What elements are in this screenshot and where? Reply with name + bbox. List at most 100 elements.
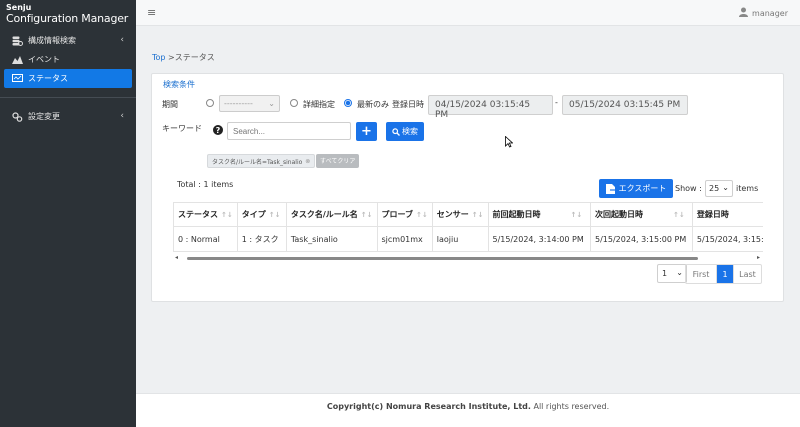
hamburger-menu-icon[interactable]: ≡: [147, 6, 156, 19]
cell-task-name: Task_sinalio: [286, 226, 378, 252]
sidebar-item-label: 構成情報検索: [28, 36, 76, 45]
sort-icon: ↑↓: [360, 211, 373, 219]
detail-radio[interactable]: [290, 99, 298, 107]
cell-probe: sjcm01mx: [377, 226, 433, 252]
footer: Copyright(c) Nomura Research Institute, …: [136, 393, 800, 427]
export-button-label: エクスポート: [618, 184, 667, 193]
scrollbar-thumb[interactable]: [187, 257, 698, 260]
page-number-select[interactable]: 1 ⌄: [657, 264, 687, 283]
breadcrumb-separator: >: [168, 53, 175, 62]
scroll-left-icon[interactable]: ◂: [175, 254, 178, 261]
sidebar-item-label: 設定変更: [28, 112, 60, 121]
horizontal-scrollbar[interactable]: ◂ ▸: [173, 254, 763, 262]
user-name: manager: [752, 8, 788, 18]
cell-status: 0 : Normal: [173, 226, 238, 252]
period-select[interactable]: ---------- ⌄: [219, 95, 280, 112]
column-header-sensor[interactable]: センサー ↑↓: [432, 202, 489, 227]
search-button-label: 検索: [402, 127, 418, 136]
column-label: 次回起動日時: [595, 210, 644, 219]
column-label: プローブ: [381, 210, 414, 219]
column-header-next-run[interactable]: 次回起動日時 ↑↓: [590, 202, 693, 227]
sort-icon: ↑↓: [673, 211, 685, 219]
date-separator: -: [555, 98, 558, 107]
page-number-value: 1: [662, 269, 668, 278]
page-size-select[interactable]: 25 ⌄: [705, 180, 733, 197]
results-table-viewport: ステータス ↑↓ タイプ ↑↓ タスク名/ルール名 ↑↓ プローブ ↑↓ センサー ↑↓ …: [173, 202, 763, 252]
add-keyword-button[interactable]: +: [356, 122, 377, 141]
chevron-left-icon: ‹: [120, 35, 124, 45]
gears-icon: [11, 111, 23, 122]
brand-logo[interactable]: Senju Configuration Manager: [0, 0, 136, 28]
column-header-type[interactable]: タイプ ↑↓: [237, 202, 287, 227]
top-bar: ≡ manager: [136, 0, 800, 26]
mouse-cursor-icon: [505, 135, 514, 150]
scroll-right-icon[interactable]: ▸: [757, 254, 760, 261]
cell-sensor: laojiu: [432, 226, 489, 252]
close-icon[interactable]: ⊗: [305, 158, 310, 165]
cell-last-run: 5/15/2024, 3:14:00 PM: [488, 226, 592, 252]
sidebar-item-event[interactable]: イベント: [0, 50, 136, 69]
search-icon: [392, 127, 400, 136]
sort-icon: ↑↓: [221, 211, 233, 219]
brand-line1: Senju: [6, 3, 32, 12]
period-select-value: ----------: [224, 99, 253, 108]
show-label: Show :: [675, 184, 702, 193]
help-icon[interactable]: ?: [213, 125, 223, 137]
rights-text: All rights reserved.: [533, 402, 610, 411]
column-label: タスク名/ルール名: [290, 210, 358, 219]
column-header-status[interactable]: ステータス ↑↓: [173, 202, 238, 227]
search-button[interactable]: 検索: [386, 122, 424, 141]
cell-registered: 5/15/2024, 3:15:3: [692, 226, 763, 252]
first-page-button[interactable]: First: [686, 265, 717, 283]
keyword-search-input[interactable]: [227, 122, 351, 140]
sidebar-item-config-search[interactable]: 構成情報検索 ‹: [0, 31, 136, 50]
sort-icon: ↑↓: [471, 211, 484, 219]
clear-all-button[interactable]: すべてクリア: [316, 154, 360, 168]
registered-date-label: 登録日時: [392, 100, 424, 109]
chevron-down-icon: ⌄: [268, 99, 275, 108]
database-icon: [11, 36, 23, 46]
copyright-text: Copyright(c) Nomura Research Institute, …: [326, 402, 531, 411]
column-label: タイプ: [241, 210, 266, 219]
chevron-down-icon: ⌄: [676, 268, 683, 277]
date-to-input[interactable]: 05/15/2024 03:15:45 PM: [562, 95, 688, 115]
column-label: 前回起動日時: [492, 210, 541, 219]
chevron-left-icon: ‹: [120, 111, 124, 121]
column-header-registered[interactable]: 登録日時: [692, 202, 763, 227]
chevron-down-icon: ⌄: [722, 183, 729, 192]
user-menu[interactable]: manager: [739, 7, 788, 19]
date-from-input[interactable]: 04/15/2024 03:15:45 PM: [428, 95, 553, 120]
table-row[interactable]: 0 : Normal 1 : タスク Task_sinalio sjcm01mx…: [173, 226, 763, 252]
last-page-button[interactable]: Last: [734, 265, 761, 283]
export-button[interactable]: エクスポート: [599, 179, 673, 198]
results-table: ステータス ↑↓ タイプ ↑↓ タスク名/ルール名 ↑↓ プローブ ↑↓ センサー ↑↓ …: [173, 202, 763, 252]
sidebar: Senju Configuration Manager 構成情報検索 ‹ イベン…: [0, 0, 136, 427]
keyword-label: キーワード: [162, 124, 202, 133]
column-header-probe[interactable]: プローブ ↑↓: [377, 202, 433, 227]
pagination: First 1 Last: [685, 264, 762, 284]
breadcrumb-current: ステータス: [174, 53, 215, 62]
filter-chip[interactable]: タスク名/ルール名=Task_sinalio ⊗: [207, 154, 316, 168]
column-label: センサー: [436, 210, 469, 219]
breadcrumb: Top >ステータス: [152, 52, 215, 63]
period-label: 期間: [162, 100, 178, 109]
mountain-chart-icon: [11, 55, 23, 65]
sidebar-divider: [0, 97, 136, 98]
sort-icon: ↑↓: [570, 211, 583, 219]
table-header-row: ステータス ↑↓ タイプ ↑↓ タスク名/ルール名 ↑↓ プローブ ↑↓ センサー ↑↓ …: [173, 202, 763, 227]
cell-type: 1 : タスク: [237, 226, 287, 252]
column-header-last-run[interactable]: 前回起動日時 ↑↓: [488, 202, 592, 227]
page-size-value: 25: [709, 184, 720, 193]
period-radio[interactable]: [206, 99, 214, 107]
latest-only-radio[interactable]: [344, 99, 352, 107]
sort-icon: ↑↓: [416, 211, 428, 219]
latest-only-label: 最新のみ: [357, 100, 389, 109]
breadcrumb-home-link[interactable]: Top: [152, 53, 166, 62]
sidebar-item-settings[interactable]: 設定変更 ‹: [0, 107, 136, 126]
sidebar-item-label: イベント: [28, 55, 60, 64]
sidebar-item-status[interactable]: ステータス: [4, 69, 132, 88]
column-label: ステータス: [178, 210, 218, 219]
column-header-task-name[interactable]: タスク名/ルール名 ↑↓: [286, 202, 378, 227]
current-page-button[interactable]: 1: [717, 265, 734, 283]
sidebar-item-label: ステータス: [28, 74, 68, 83]
